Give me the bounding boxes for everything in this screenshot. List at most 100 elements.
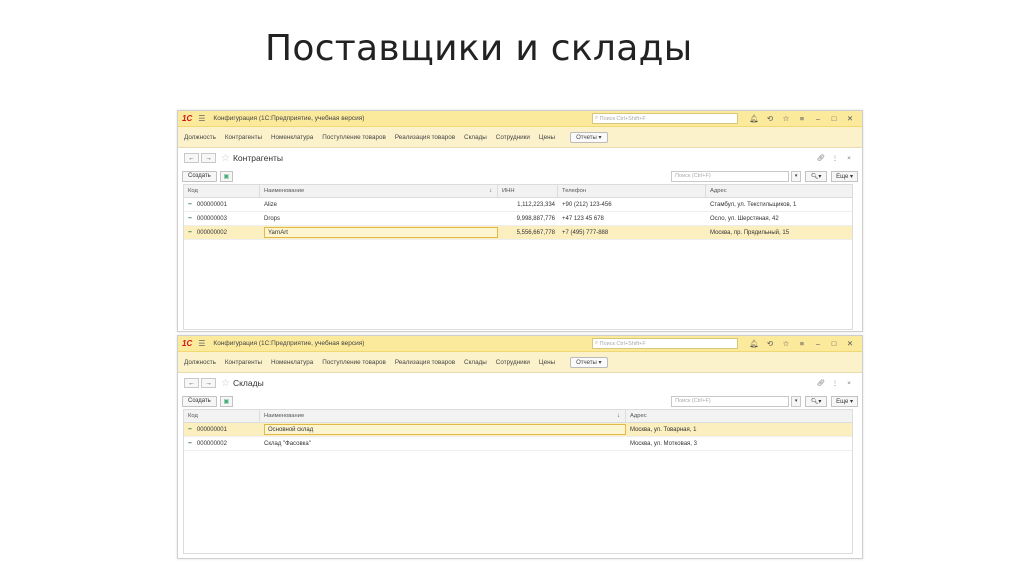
- column-header-name[interactable]: Наименование ↓: [260, 185, 498, 197]
- cell-address: Осло, ул. Шерстяная, 42: [710, 215, 779, 222]
- form-title: Контрагенты: [232, 153, 284, 163]
- table-row-selected[interactable]: –000000002 YarnArt 5,556,667,778 +7 (495…: [184, 226, 852, 240]
- table-row-selected[interactable]: –000000001 Основной склад Москва, ул. То…: [184, 423, 852, 437]
- global-search-input[interactable]: ⌕ Поиск Ctrl+Shift+F: [592, 113, 738, 124]
- column-header-address[interactable]: Адрес: [706, 185, 852, 197]
- 1c-logo-icon: 1С: [182, 339, 193, 348]
- counterparties-table: Код Наименование ↓ ИНН Телефон Адрес –000…: [183, 184, 853, 330]
- minimize-icon[interactable]: –: [810, 339, 826, 348]
- table-row[interactable]: –000000003 Drops 9,998,887,776 +47 123 4…: [184, 212, 852, 226]
- create-button[interactable]: Создать: [182, 395, 217, 407]
- reports-button[interactable]: Отчеты ▾: [570, 356, 608, 368]
- counterparties-window: 1С ☰ Конфигурация (1С:Предприятие, учебн…: [177, 110, 863, 332]
- list-toolbar: Создать ▣ Поиск (Ctrl+F) ▾ 🔍︎▾ Еще ▾: [178, 168, 862, 184]
- cell-code: 000000001: [196, 426, 227, 433]
- find-button-icon[interactable]: 🔍︎▾: [805, 170, 828, 182]
- history-icon[interactable]: ⟲: [762, 114, 778, 123]
- list-toolbar: Создать ▣ Поиск (Ctrl+F) ▾ 🔍︎▾ Еще ▾: [178, 393, 862, 409]
- back-arrow-icon[interactable]: ←: [184, 153, 199, 163]
- main-menu-icon[interactable]: ☰: [198, 114, 205, 123]
- forward-arrow-icon[interactable]: →: [201, 378, 216, 388]
- favorites-star-icon[interactable]: ☆: [778, 114, 794, 123]
- history-icon[interactable]: ⟲: [762, 339, 778, 348]
- cell-name-focused[interactable]: YarnArt: [264, 227, 498, 238]
- sections-menubar: Должность Контрагенты Номенклатура Посту…: [178, 127, 862, 148]
- form-close-icon[interactable]: ×: [842, 155, 856, 162]
- menu-item-prices[interactable]: Цены: [539, 134, 555, 141]
- settings-lines-icon[interactable]: ≡: [794, 339, 810, 348]
- main-menu-icon[interactable]: ☰: [198, 339, 205, 348]
- more-vertical-icon[interactable]: ⋮: [828, 379, 842, 387]
- menu-item-nomenclature[interactable]: Номенклатура: [271, 359, 313, 366]
- column-header-name[interactable]: Наименование ↓: [260, 410, 626, 422]
- reports-button[interactable]: Отчеты ▾: [570, 131, 608, 143]
- sort-down-icon: ↓: [489, 188, 492, 194]
- column-header-address[interactable]: Адрес: [626, 410, 852, 422]
- item-marker-icon: –: [188, 426, 192, 433]
- menu-item-nomenclature[interactable]: Номенклатура: [271, 134, 313, 141]
- item-marker-icon: –: [188, 201, 192, 208]
- list-search-input[interactable]: Поиск (Ctrl+F): [671, 395, 790, 407]
- form-header: ← → ☆ Склады 🔗︎ ⋮ ×: [178, 373, 862, 393]
- menu-item-position[interactable]: Должность: [184, 134, 216, 141]
- favorite-star-icon[interactable]: ☆: [221, 153, 230, 164]
- column-header-code[interactable]: Код: [184, 410, 260, 422]
- app-titlebar: 1С ☰ Конфигурация (1С:Предприятие, учебн…: [178, 111, 862, 127]
- menu-item-goods-receipt[interactable]: Поступление товаров: [322, 359, 386, 366]
- column-header-phone[interactable]: Телефон: [558, 185, 706, 197]
- favorite-star-icon[interactable]: ☆: [221, 378, 230, 389]
- cell-name-focused[interactable]: Основной склад: [264, 424, 626, 435]
- bell-icon[interactable]: 🔔︎: [746, 339, 762, 348]
- search-dropdown-icon[interactable]: ▾: [791, 395, 802, 407]
- favorites-star-icon[interactable]: ☆: [778, 339, 794, 348]
- forward-arrow-icon[interactable]: →: [201, 153, 216, 163]
- menu-item-warehouses[interactable]: Склады: [464, 134, 487, 141]
- menu-item-counterparties[interactable]: Контрагенты: [225, 134, 262, 141]
- search-dropdown-icon[interactable]: ▾: [791, 170, 802, 182]
- copy-document-icon[interactable]: ▣: [219, 395, 233, 407]
- close-icon[interactable]: ✕: [842, 114, 858, 123]
- back-arrow-icon[interactable]: ←: [184, 378, 199, 388]
- table-row[interactable]: –000000002 Склад "Фасовка" Москва, ул. М…: [184, 437, 852, 451]
- menu-item-position[interactable]: Должность: [184, 359, 216, 366]
- column-header-code[interactable]: Код: [184, 185, 260, 197]
- link-icon[interactable]: 🔗︎: [814, 154, 828, 162]
- copy-document-icon[interactable]: ▣: [219, 170, 233, 182]
- maximize-icon[interactable]: □: [826, 114, 842, 123]
- column-header-inn[interactable]: ИНН: [498, 185, 558, 197]
- cell-address: Москва, ул. Товарная, 1: [630, 426, 697, 433]
- cell-code: 000000001: [196, 201, 227, 208]
- menu-item-prices[interactable]: Цены: [539, 359, 555, 366]
- form-header: ← → ☆ Контрагенты 🔗︎ ⋮ ×: [178, 148, 862, 168]
- find-button-icon[interactable]: 🔍︎▾: [805, 395, 828, 407]
- cell-address: Москва, ул. Мотковая, 3: [630, 440, 697, 447]
- menu-item-goods-sale[interactable]: Реализация товаров: [395, 134, 455, 141]
- list-search-input[interactable]: Поиск (Ctrl+F): [671, 170, 790, 182]
- settings-lines-icon[interactable]: ≡: [794, 114, 810, 123]
- link-icon[interactable]: 🔗︎: [814, 379, 828, 387]
- cell-inn: 1,112,223,334: [517, 201, 555, 208]
- maximize-icon[interactable]: □: [826, 339, 842, 348]
- menu-item-employees[interactable]: Сотрудники: [496, 134, 530, 141]
- menu-item-goods-receipt[interactable]: Поступление товаров: [322, 134, 386, 141]
- form-close-icon[interactable]: ×: [842, 380, 856, 387]
- menu-item-goods-sale[interactable]: Реализация товаров: [395, 359, 455, 366]
- menu-item-warehouses[interactable]: Склады: [464, 359, 487, 366]
- more-button[interactable]: Еще ▾: [831, 170, 858, 182]
- bell-icon[interactable]: 🔔︎: [746, 114, 762, 123]
- more-button[interactable]: Еще ▾: [831, 395, 858, 407]
- table-row[interactable]: –000000001 Alize 1,112,223,334 +90 (212)…: [184, 198, 852, 212]
- more-vertical-icon[interactable]: ⋮: [828, 154, 842, 162]
- menu-item-employees[interactable]: Сотрудники: [496, 359, 530, 366]
- cell-inn: 9,998,887,776: [516, 215, 555, 222]
- app-title: Конфигурация (1С:Предприятие, учебная ве…: [213, 340, 365, 347]
- create-button[interactable]: Создать: [182, 170, 217, 182]
- menu-item-counterparties[interactable]: Контрагенты: [225, 359, 262, 366]
- cell-code: 000000002: [196, 229, 227, 236]
- global-search-input[interactable]: ⌕ Поиск Ctrl+Shift+F: [592, 338, 738, 349]
- minimize-icon[interactable]: –: [810, 114, 826, 123]
- sort-down-icon: ↓: [617, 413, 620, 419]
- search-icon: ⌕: [595, 115, 599, 121]
- app-titlebar: 1С ☰ Конфигурация (1С:Предприятие, учебн…: [178, 336, 862, 352]
- close-icon[interactable]: ✕: [842, 339, 858, 348]
